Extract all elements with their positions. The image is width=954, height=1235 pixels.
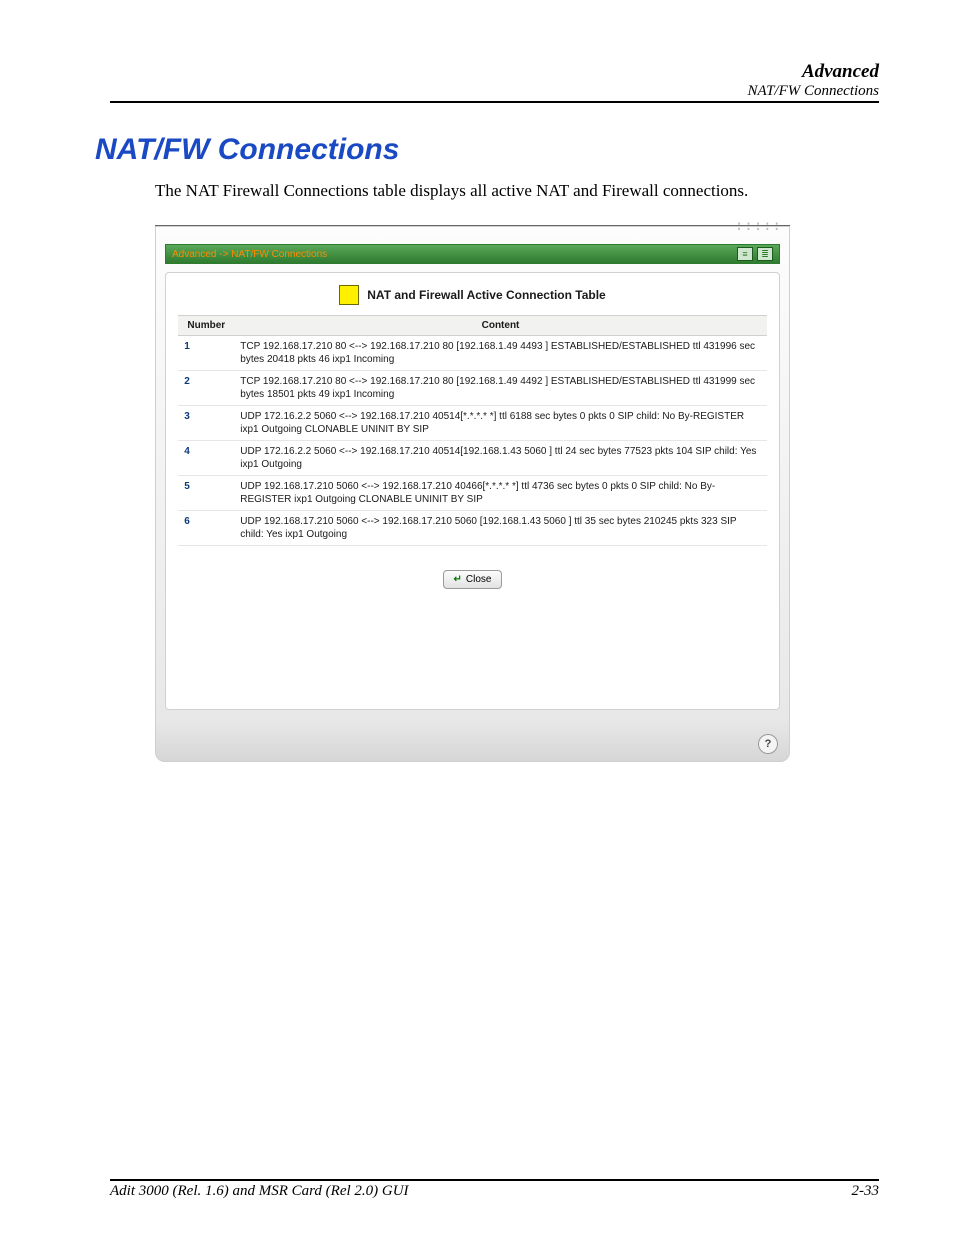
- panel-title: NAT and Firewall Active Connection Table: [367, 288, 605, 302]
- table-header-row: Number Content: [178, 316, 766, 336]
- row-number: 1: [178, 336, 234, 371]
- row-content: UDP 192.168.17.210 5060 <--> 192.168.17.…: [234, 476, 766, 511]
- col-content: Content: [234, 316, 766, 336]
- row-number: 6: [178, 511, 234, 546]
- table-row: 3UDP 172.16.2.2 5060 <--> 192.168.17.210…: [178, 406, 766, 441]
- connections-icon: [339, 285, 359, 305]
- enter-arrow-icon: ↵: [454, 574, 462, 585]
- connections-table: Number Content 1TCP 192.168.17.210 80 <-…: [178, 315, 766, 546]
- table-row: 5UDP 192.168.17.210 5060 <--> 192.168.17…: [178, 476, 766, 511]
- row-content: UDP 172.16.2.2 5060 <--> 192.168.17.210 …: [234, 406, 766, 441]
- table-row: 6UDP 192.168.17.210 5060 <--> 192.168.17…: [178, 511, 766, 546]
- header-section: NAT/FW Connections: [110, 83, 879, 100]
- row-content: TCP 192.168.17.210 80 <--> 192.168.17.21…: [234, 336, 766, 371]
- help-icon[interactable]: ?: [758, 734, 778, 754]
- section-title: NAT/FW Connections: [95, 133, 879, 167]
- footer-page-number: 2-33: [852, 1183, 880, 1200]
- row-number: 2: [178, 371, 234, 406]
- toolbar-icon-a[interactable]: ≡: [737, 247, 753, 261]
- header-chapter: Advanced: [110, 62, 879, 83]
- row-content: UDP 192.168.17.210 5060 <--> 192.168.17.…: [234, 511, 766, 546]
- row-number: 4: [178, 441, 234, 476]
- connections-panel: NAT and Firewall Active Connection Table…: [165, 272, 780, 710]
- breadcrumb[interactable]: Advanced -> NAT/FW Connections: [172, 249, 327, 260]
- table-row: 2TCP 192.168.17.210 80 <--> 192.168.17.2…: [178, 371, 766, 406]
- col-number: Number: [178, 316, 234, 336]
- panel-title-row: NAT and Firewall Active Connection Table: [166, 273, 779, 315]
- table-row: 4UDP 172.16.2.2 5060 <--> 192.168.17.210…: [178, 441, 766, 476]
- footer-left: Adit 3000 (Rel. 1.6) and MSR Card (Rel 2…: [110, 1183, 409, 1200]
- close-button-label: Close: [466, 574, 492, 585]
- section-intro: The NAT Firewall Connections table displ…: [155, 181, 879, 201]
- row-number: 5: [178, 476, 234, 511]
- breadcrumb-bar: Advanced -> NAT/FW Connections ≡ ≣: [165, 244, 780, 264]
- page-header: Advanced NAT/FW Connections: [110, 62, 879, 103]
- row-content: UDP 172.16.2.2 5060 <--> 192.168.17.210 …: [234, 441, 766, 476]
- page-footer: Adit 3000 (Rel. 1.6) and MSR Card (Rel 2…: [110, 1179, 879, 1200]
- toolbar-icon-b[interactable]: ≣: [757, 247, 773, 261]
- embedded-screenshot: ::::: Advanced -> NAT/FW Connections ≡ ≣…: [155, 225, 790, 762]
- close-button[interactable]: ↵ Close: [443, 570, 503, 589]
- row-number: 3: [178, 406, 234, 441]
- table-row: 1TCP 192.168.17.210 80 <--> 192.168.17.2…: [178, 336, 766, 371]
- row-content: TCP 192.168.17.210 80 <--> 192.168.17.21…: [234, 371, 766, 406]
